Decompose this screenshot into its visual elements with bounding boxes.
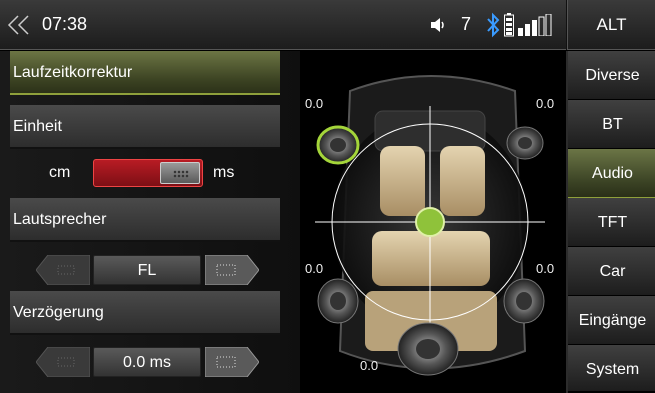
menu-item-eingaenge[interactable]: Eingänge — [568, 296, 655, 346]
settings-menu: Diverse BT Audio TFT Car Eingänge System — [566, 51, 655, 393]
bluetooth-icon — [487, 12, 500, 38]
delay-decrease-button[interactable] — [36, 347, 90, 377]
einheit-header: Einheit — [10, 105, 280, 149]
rear-right-speaker[interactable] — [502, 277, 546, 325]
menu-item-tft[interactable]: TFT — [568, 198, 655, 248]
speaker-next-button[interactable] — [205, 255, 259, 285]
front-left-value: 0.0 — [305, 96, 324, 111]
toggle-knob[interactable] — [160, 162, 200, 184]
verzoegerung-header: Verzögerung — [10, 291, 280, 335]
signal-bars-icon — [518, 14, 552, 36]
rear-left-value: 0.0 — [305, 261, 324, 276]
speaker-volume-icon[interactable] — [429, 16, 447, 34]
speaker-prev-button[interactable] — [36, 255, 90, 285]
subwoofer-value: 0.0 — [360, 358, 379, 373]
rear-left-speaker[interactable] — [316, 277, 360, 325]
menu-item-car[interactable]: Car — [568, 247, 655, 297]
unit-toggle[interactable] — [93, 159, 203, 187]
menu-item-audio[interactable]: Audio — [568, 149, 655, 199]
front-left-speaker[interactable] — [316, 123, 360, 167]
unit-cm-label: cm — [49, 164, 71, 181]
back-chevron-icon[interactable] — [6, 13, 38, 37]
menu-item-diverse[interactable]: Diverse — [568, 51, 655, 101]
menu-item-bt[interactable]: BT — [568, 100, 655, 150]
subwoofer-speaker[interactable] — [396, 321, 460, 377]
laufzeitkorrektur-header[interactable]: Laufzeitkorrektur — [10, 51, 280, 95]
alt-button[interactable]: ALT — [568, 0, 655, 50]
rear-right-value: 0.0 — [536, 261, 555, 276]
listening-position-marker[interactable] — [414, 206, 446, 238]
battery-icon — [504, 13, 514, 37]
volume-level: 7 — [461, 14, 472, 34]
menu-item-system[interactable]: System — [568, 345, 655, 393]
unit-ms-label: ms — [213, 164, 235, 181]
clock: 07:38 — [42, 14, 88, 34]
car-speaker-diagram: 0.0 0.0 0.0 0.0 0.0 — [300, 51, 566, 393]
delay-value: 0.0 ms — [93, 347, 201, 377]
front-right-value: 0.0 — [536, 96, 555, 111]
settings-panel: Laufzeitkorrektur Einheit cm ms Lautspre… — [0, 51, 300, 393]
speaker-value: FL — [93, 255, 201, 285]
delay-increase-button[interactable] — [205, 347, 259, 377]
front-right-speaker[interactable] — [505, 123, 545, 163]
status-bar: 07:38 7 ALT — [0, 0, 655, 50]
lautsprecher-header: Lautsprecher — [10, 198, 280, 242]
